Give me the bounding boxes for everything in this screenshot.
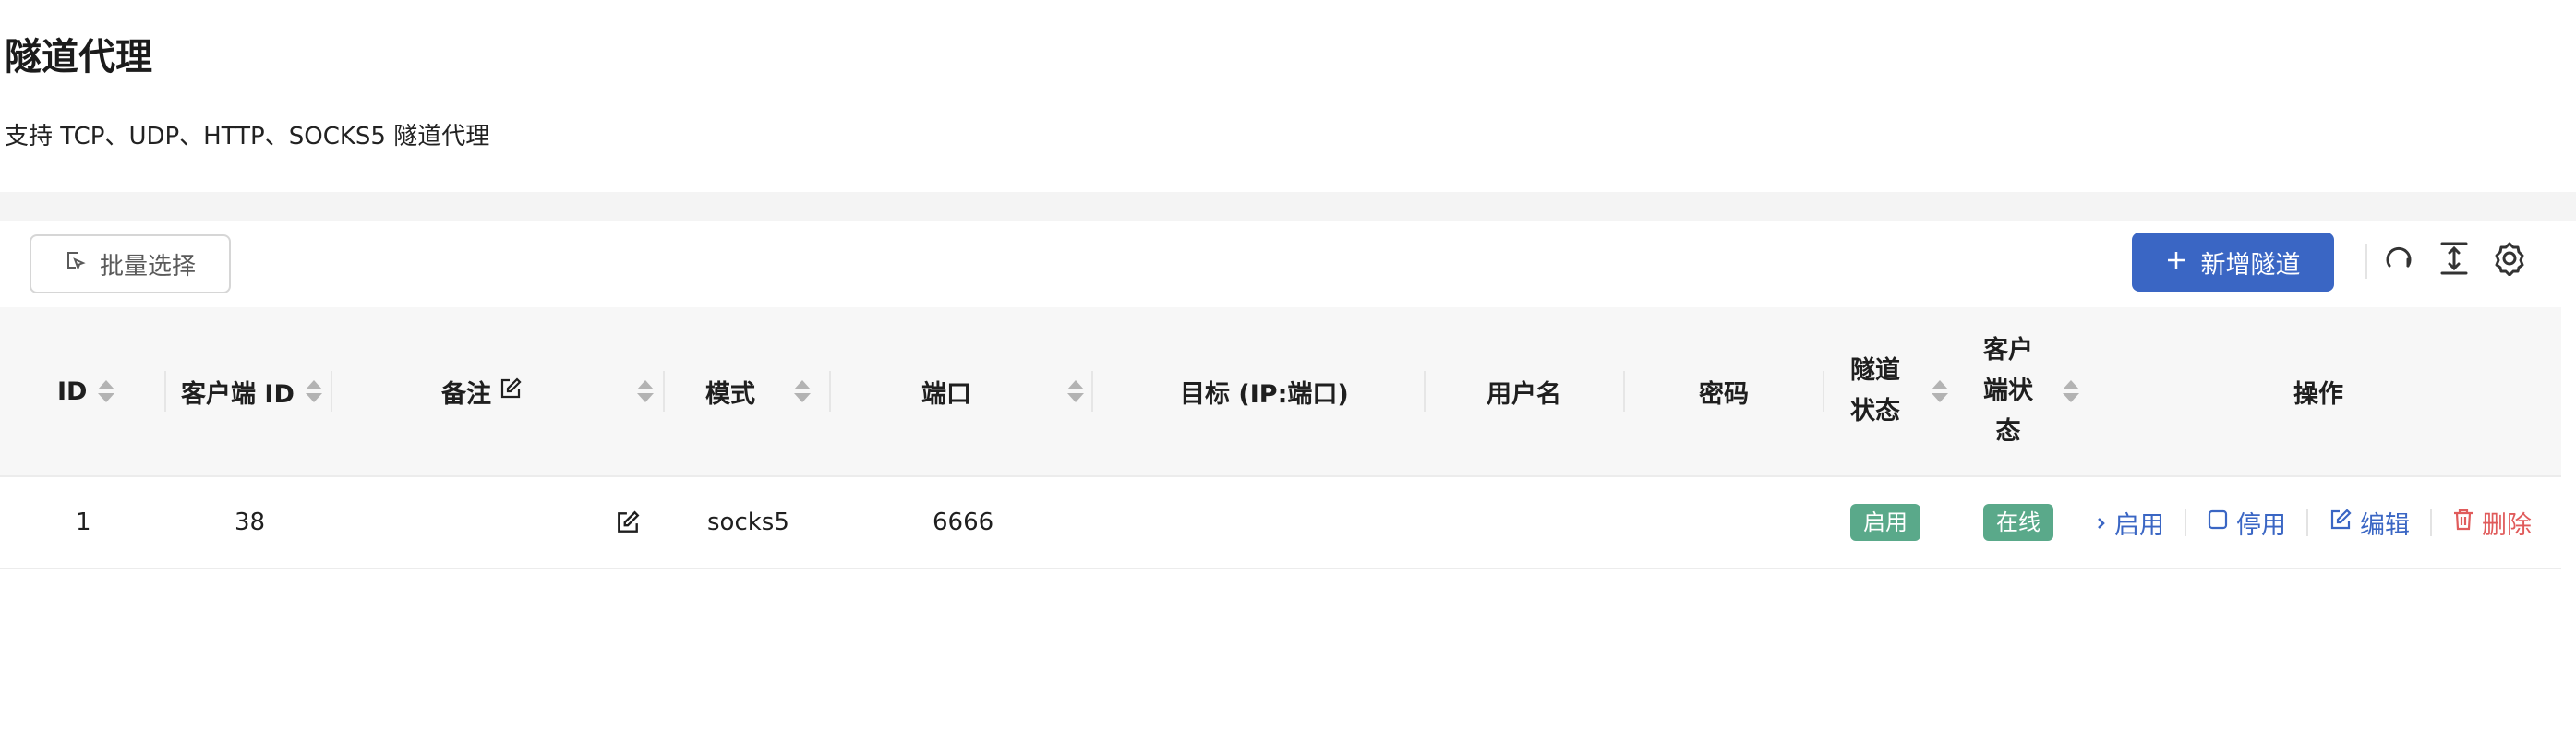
col-header-password: 密码 (1699, 307, 1749, 475)
edit-icon (499, 377, 523, 407)
add-tunnel-button[interactable]: 新增隧道 (2132, 233, 2334, 292)
batch-select-button[interactable]: 批量选择 (30, 234, 231, 293)
col-header-port-label: 端口 (921, 379, 971, 409)
remark-edit-icon[interactable] (615, 477, 641, 568)
header-divider (331, 371, 332, 412)
sort-icon[interactable] (305, 380, 322, 402)
edit-action[interactable]: 编辑 (2329, 505, 2410, 541)
action-divider (2185, 509, 2186, 536)
page-subtitle: 支持 TCP、UDP、HTTP、SOCKS5 隧道代理 (5, 123, 490, 150)
col-header-remark-sort[interactable] (626, 307, 654, 475)
col-header-id-label: ID (57, 377, 88, 406)
col-header-tunnel-status-line2: 状态 (1850, 397, 1900, 425)
col-header-username-label: 用户名 (1487, 379, 1561, 409)
chevron-right-icon (2096, 509, 2107, 537)
plus-icon (2166, 248, 2186, 277)
col-header-mode[interactable]: 模式 (705, 307, 755, 475)
cell-client-id: 38 (235, 509, 266, 536)
col-header-remark[interactable]: 备注 (441, 307, 523, 475)
table-row: 1 38 socks5 6666 启用 在线 启用 停用 编辑 删除 (0, 477, 2561, 569)
col-header-client-status-line3: 态 (1995, 417, 2021, 446)
col-header-target: 目标 (IP:端口) (1180, 307, 1349, 475)
cell-port: 6666 (933, 509, 994, 536)
table-toolbar: 批量选择 新增隧道 (0, 221, 2576, 305)
col-header-tunnel-status-line1: 隧道 (1850, 356, 1900, 385)
col-header-remark-label: 备注 (441, 379, 491, 409)
table-header: ID 客户端 ID 备注 模式 端口 目标 (IP:端口) 用户名 密码 隧道 … (0, 307, 2561, 477)
header-divider (164, 371, 166, 412)
col-header-target-label: 目标 (IP:端口) (1180, 379, 1349, 409)
action-divider (2430, 509, 2432, 536)
col-header-password-label: 密码 (1699, 379, 1749, 409)
sort-icon[interactable] (794, 380, 811, 402)
col-header-client-id-label: 客户端 ID (181, 379, 295, 409)
page-title: 隧道代理 (5, 36, 152, 78)
col-header-client-status-line1: 客户 (1983, 336, 2033, 365)
delete-action[interactable]: 删除 (2452, 505, 2532, 541)
trash-icon (2452, 508, 2474, 538)
header-divider (1623, 371, 1625, 412)
header-divider (1091, 371, 1093, 412)
client-status-text: 在线 (1983, 504, 2053, 541)
col-header-mode-sort[interactable] (783, 307, 811, 475)
add-tunnel-label: 新增隧道 (2200, 250, 2301, 280)
col-header-actions: 操作 (2293, 307, 2343, 475)
cell-mode: socks5 (707, 509, 789, 536)
refresh-icon[interactable] (2380, 240, 2417, 277)
toolbar-divider (2365, 244, 2367, 279)
action-divider (2306, 509, 2308, 536)
col-header-tunnel-status-sort[interactable] (1920, 307, 1948, 475)
tunnel-status-badge: 启用 (1850, 477, 1920, 568)
col-header-tunnel-status[interactable]: 隧道 状态 (1850, 307, 1900, 475)
batch-select-icon (65, 250, 87, 279)
col-header-port[interactable]: 端口 (921, 307, 971, 475)
tunnel-status-text: 启用 (1850, 504, 1920, 541)
sort-icon[interactable] (98, 380, 115, 402)
edit-icon (2329, 508, 2353, 538)
row-actions: 启用 停用 编辑 删除 (2096, 477, 2545, 568)
header-divider (663, 371, 665, 412)
col-header-id[interactable]: ID (57, 307, 115, 475)
column-height-icon[interactable] (2436, 240, 2473, 277)
col-header-client-status-line2: 端状 (1983, 377, 2033, 405)
header-divider (1823, 371, 1824, 412)
col-header-actions-label: 操作 (2293, 379, 2343, 409)
sort-icon[interactable] (1932, 380, 1948, 402)
edit-action-label: 编辑 (2360, 510, 2410, 540)
enable-action[interactable]: 启用 (2096, 505, 2164, 541)
client-status-badge: 在线 (1983, 477, 2053, 568)
col-header-client-id[interactable]: 客户端 ID (181, 307, 322, 475)
header-divider (829, 371, 831, 412)
tunnel-table: ID 客户端 ID 备注 模式 端口 目标 (IP:端口) 用户名 密码 隧道 … (0, 307, 2561, 569)
sort-icon[interactable] (1067, 380, 1084, 402)
header-divider (1424, 371, 1426, 412)
delete-action-label: 删除 (2482, 510, 2532, 540)
section-divider-band (0, 192, 2576, 221)
col-header-client-status[interactable]: 客户 端状 态 (1983, 307, 2033, 475)
sort-icon[interactable] (2063, 380, 2079, 402)
disable-action-label: 停用 (2236, 510, 2286, 540)
settings-icon[interactable] (2491, 240, 2528, 277)
disable-action[interactable]: 停用 (2207, 505, 2286, 541)
enable-action-label: 启用 (2114, 510, 2164, 540)
col-header-username: 用户名 (1487, 307, 1561, 475)
stop-square-icon (2207, 509, 2229, 537)
col-header-mode-label: 模式 (705, 379, 755, 409)
col-header-client-status-sort[interactable] (2052, 307, 2079, 475)
cell-id: 1 (76, 509, 91, 536)
batch-select-label: 批量选择 (99, 252, 196, 281)
sort-icon[interactable] (637, 380, 654, 402)
col-header-port-sort[interactable] (1056, 307, 1084, 475)
